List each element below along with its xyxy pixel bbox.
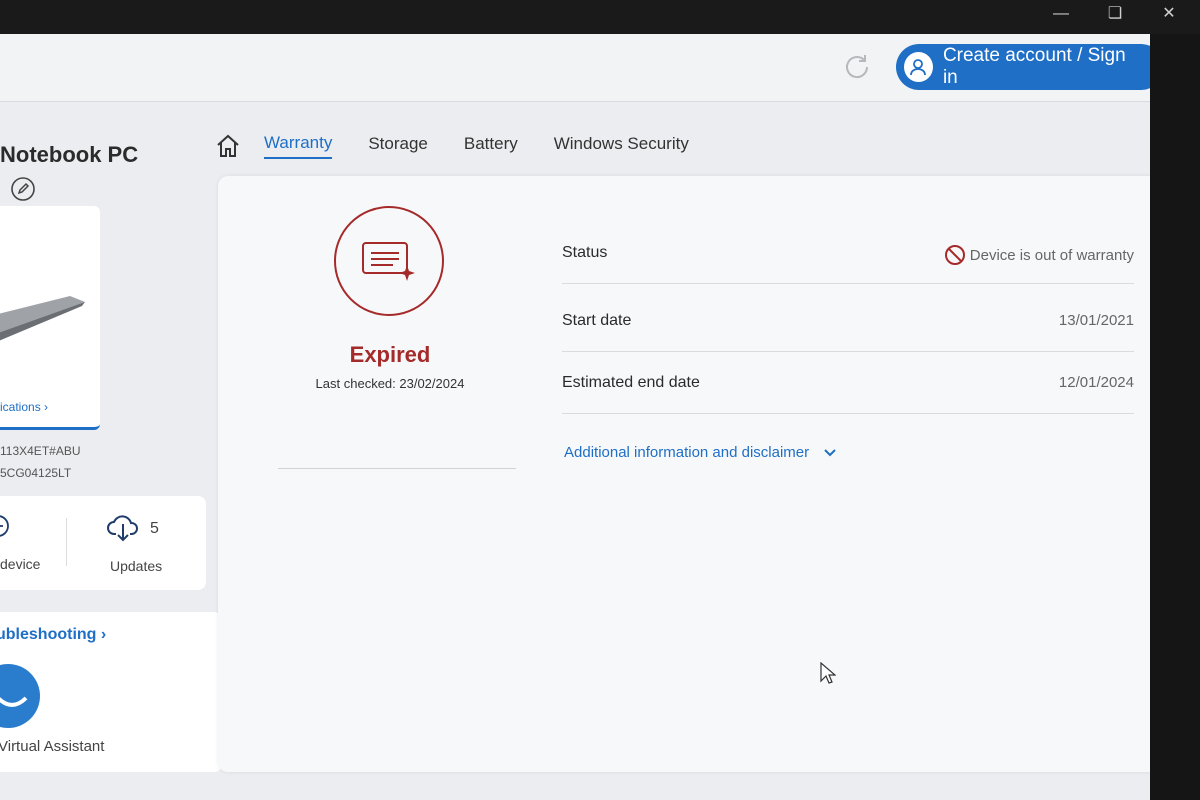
home-icon[interactable] [214,132,242,160]
edit-icon[interactable] [10,176,36,202]
tile-divider [66,518,67,566]
monitor-bezel: — ❏ ✕ [0,0,1200,34]
cloud-download-icon[interactable] [106,510,140,544]
virtual-assistant-label[interactable]: Virtual Assistant [0,738,104,755]
app-window: Create account / Sign in Notebook PC ica… [0,34,1150,800]
device-image-card[interactable]: ications › [0,206,100,430]
top-bar: Create account / Sign in [0,34,1150,102]
create-account-sign-in-button[interactable]: Create account / Sign in [896,44,1150,90]
additional-info-toggle[interactable]: Additional information and disclaimer [564,444,837,461]
warranty-card-icon [362,242,415,281]
laptop-image [0,296,85,341]
tab-windows-security[interactable]: Windows Security [554,134,689,158]
account-button-label: Create account / Sign in [942,45,1126,88]
chevron-down-icon [824,448,836,456]
tab-battery[interactable]: Battery [464,134,518,158]
warranty-status-title: Expired [349,342,431,367]
start-date-value: 13/01/2021 [1058,312,1134,329]
close-icon[interactable]: ✕ [1160,4,1178,24]
warranty-panel: Expired Last checked: 23/02/2024 Status … [218,176,1150,772]
status-row: Status Device is out of warranty [562,224,1134,284]
troubleshooting-card: ubleshooting › Virtual Assistant [0,612,222,772]
cursor-icon [820,662,836,684]
minimize-icon[interactable]: — [1052,4,1070,24]
add-icon[interactable] [0,514,14,538]
device-tiles: device 5 Updates [0,496,206,590]
start-date-label: Start date [562,312,632,329]
specifications-link[interactable]: ications › [0,400,48,414]
tab-warranty[interactable]: Warranty [264,133,333,159]
additional-info-label: Additional information and disclaimer [564,444,810,461]
device-title: Notebook PC [0,142,139,167]
status-value: Device is out of warranty [944,244,1134,266]
status-label: Status [562,244,608,261]
refresh-icon[interactable] [842,52,872,82]
last-checked-text: Last checked: 23/02/2024 [315,376,465,391]
warranty-status-badge [334,206,444,316]
serial-number: 5CG04125LT [0,466,72,480]
divider [278,468,516,469]
tab-bar: Warranty Storage Battery Windows Securit… [214,126,725,166]
restore-icon[interactable]: ❏ [1106,4,1124,24]
end-date-value: 12/01/2024 [1058,374,1134,391]
product-number: 113X4ET#ABU [0,444,81,458]
start-date-row: Start date 13/01/2021 [562,292,1134,352]
status-text: Device is out of warranty [969,246,1134,264]
updates-label[interactable]: Updates [110,558,162,574]
user-icon [904,52,933,82]
add-device-label[interactable]: device [0,556,40,572]
window-controls: — ❏ ✕ [1052,4,1178,24]
end-date-label: Estimated end date [562,374,700,391]
no-entry-icon [944,245,965,265]
troubleshooting-link[interactable]: ubleshooting › [0,626,106,644]
virtual-assistant-icon[interactable] [0,664,40,728]
tab-storage[interactable]: Storage [368,134,428,158]
end-date-row: Estimated end date 12/01/2024 [562,354,1134,414]
updates-count: 5 [150,520,159,537]
